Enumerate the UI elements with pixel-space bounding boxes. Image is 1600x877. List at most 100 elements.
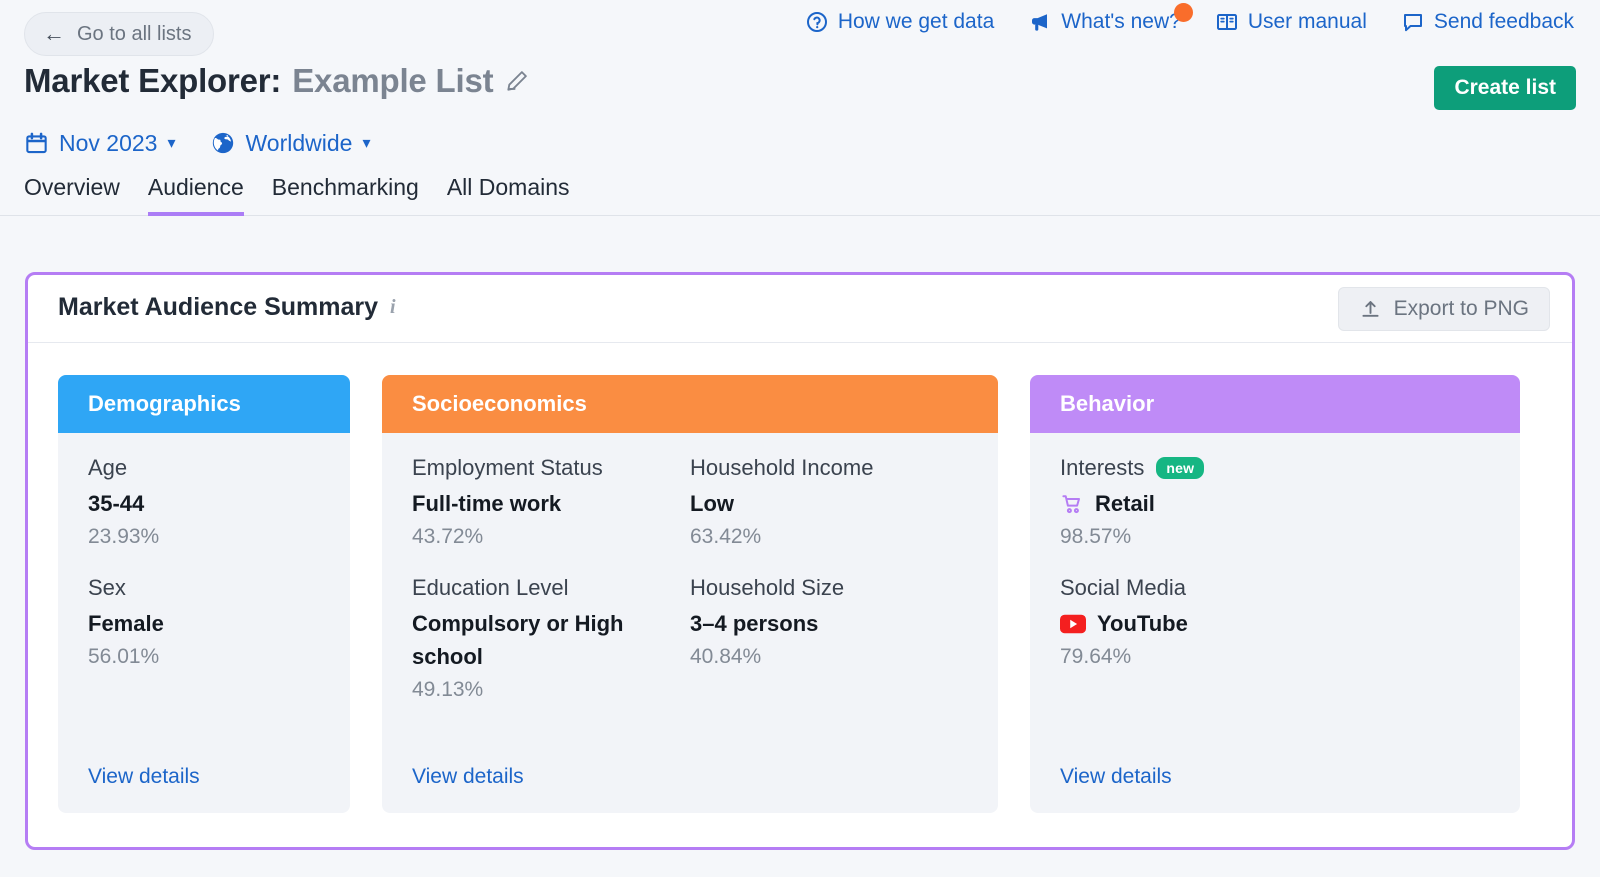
page-title: Market Explorer: Example List [24, 62, 530, 100]
metric-interests-value: Retail [1060, 487, 1490, 520]
export-to-png-button[interactable]: Export to PNG [1337, 287, 1550, 331]
demographics-body: Age 35-44 23.93% Sex Female 56.01% View … [58, 433, 350, 813]
panel-header: Market Audience Summary i Export to PNG [28, 275, 1572, 343]
whats-new-label: What's new? [1061, 10, 1181, 33]
pencil-icon[interactable] [504, 68, 530, 94]
list-name: Example List [292, 62, 494, 99]
tab-audience[interactable]: Audience [147, 174, 244, 216]
speech-bubble-icon [1401, 10, 1425, 34]
market-audience-summary-panel: Market Audience Summary i Export to PNG … [25, 272, 1575, 850]
socioeconomics-right-column: Household Income Low 63.42% Household Si… [690, 455, 968, 728]
metric-household-income: Household Income Low 63.42% [690, 455, 968, 549]
book-icon [1215, 10, 1239, 34]
metric-education-level-label: Education Level [412, 575, 569, 600]
tab-benchmarking[interactable]: Benchmarking [272, 174, 419, 216]
tab-overview[interactable]: Overview [24, 174, 120, 216]
how-we-get-data-link[interactable]: How we get data [805, 10, 994, 34]
metric-social-media: Social Media YouTube 79.64% [1060, 575, 1490, 669]
metric-age-percent: 23.93% [88, 525, 160, 548]
metric-household-size-value: 3–4 persons [690, 611, 819, 636]
metric-interests-label: Interests new [1060, 455, 1490, 481]
panel-title-label: Market Audience Summary [58, 293, 379, 321]
tab-all-domains[interactable]: All Domains [447, 174, 570, 216]
behavior-body: Interests new Retail 98.57% Social Media… [1030, 433, 1520, 813]
metric-interests: Interests new Retail 98.57% [1060, 455, 1490, 549]
socioeconomics-body: Employment Status Full-time work 43.72% … [382, 433, 998, 813]
metric-employment-status-percent: 43.72% [412, 525, 484, 548]
metric-household-size: Household Size 3–4 persons 40.84% [690, 575, 968, 669]
panel-title: Market Audience Summary i [58, 293, 396, 322]
metric-sex-value: Female [88, 611, 164, 636]
metric-social-media-value: YouTube [1060, 607, 1490, 640]
chevron-down-icon: ▾ [362, 135, 371, 152]
metric-employment-status-value: Full-time work [412, 491, 562, 516]
notification-dot [1173, 3, 1193, 22]
youtube-icon [1060, 614, 1086, 634]
top-links: How we get data What's new? User manual … [805, 3, 1574, 34]
send-feedback-link[interactable]: Send feedback [1401, 10, 1574, 34]
metric-age-value: 35-44 [88, 491, 145, 516]
date-filter-label: Nov 2023 [59, 129, 158, 156]
socioeconomics-view-details-link[interactable]: View details [412, 765, 524, 789]
metric-social-media-value-text: YouTube [1097, 611, 1188, 636]
behavior-heading: Behavior [1030, 375, 1520, 433]
location-filter-label: Worldwide [245, 129, 353, 156]
app-page: ← Go to all lists How we get data What's… [0, 0, 1600, 877]
demographics-card: Demographics Age 35-44 23.93% Sex Female… [58, 375, 350, 813]
metric-education-level-value: Compulsory or High school [412, 611, 624, 669]
tab-bar: Overview Audience Benchmarking All Domai… [0, 168, 1600, 216]
metric-social-media-label: Social Media [1060, 575, 1186, 600]
metric-interests-value-text: Retail [1095, 491, 1155, 516]
metric-employment-status-label: Employment Status [412, 455, 603, 480]
page-title-prefix: Market Explorer: [24, 62, 282, 99]
megaphone-icon [1028, 10, 1052, 34]
summary-columns: Demographics Age 35-44 23.93% Sex Female… [28, 343, 1572, 813]
metric-household-size-label: Household Size [690, 575, 845, 600]
user-manual-link[interactable]: User manual [1215, 10, 1367, 34]
info-icon[interactable]: i [390, 296, 396, 319]
metric-social-media-percent: 79.64% [1060, 645, 1132, 668]
upload-icon [1359, 298, 1382, 321]
metric-education-level: Education Level Compulsory or High schoo… [412, 575, 690, 702]
how-we-get-data-label: How we get data [837, 10, 995, 33]
metric-sex-percent: 56.01% [88, 645, 160, 668]
go-to-all-lists-label: Go to all lists [77, 22, 192, 45]
date-filter[interactable]: Nov 2023 ▾ [24, 130, 176, 157]
behavior-view-details-link[interactable]: View details [1060, 765, 1172, 789]
create-list-button[interactable]: Create list [1434, 66, 1576, 110]
user-manual-label: User manual [1247, 10, 1367, 33]
metric-interests-percent: 98.57% [1060, 525, 1132, 548]
socioeconomics-heading: Socioeconomics [382, 375, 998, 433]
metric-age: Age 35-44 23.93% [88, 455, 320, 549]
chevron-down-icon: ▾ [167, 135, 176, 152]
socioeconomics-card: Socioeconomics Employment Status Full-ti… [382, 375, 998, 813]
metric-age-label: Age [88, 455, 128, 480]
title-row: Market Explorer: Example List Create lis… [0, 62, 1600, 118]
metric-sex-label: Sex [88, 575, 126, 600]
globe-icon [210, 130, 236, 156]
send-feedback-label: Send feedback [1433, 10, 1574, 33]
metric-education-level-percent: 49.13% [412, 678, 484, 701]
metric-household-income-percent: 63.42% [690, 525, 762, 548]
export-to-png-label: Export to PNG [1393, 297, 1529, 320]
behavior-card: Behavior Interests new Retail 98.57% Soc… [1030, 375, 1520, 813]
metric-interests-label-text: Interests [1060, 455, 1145, 480]
filter-row: Nov 2023 ▾ Worldwide ▾ [0, 118, 1600, 168]
shopping-cart-icon [1060, 492, 1084, 516]
metric-employment-status: Employment Status Full-time work 43.72% [412, 455, 690, 549]
calendar-icon [24, 131, 49, 156]
socioeconomics-left-column: Employment Status Full-time work 43.72% … [412, 455, 690, 728]
metric-household-income-label: Household Income [690, 455, 874, 480]
go-to-all-lists-button[interactable]: ← Go to all lists [24, 12, 215, 56]
demographics-view-details-link[interactable]: View details [88, 765, 200, 789]
arrow-left-icon: ← [43, 21, 65, 46]
metric-household-income-value: Low [690, 491, 734, 516]
whats-new-link[interactable]: What's new? [1028, 3, 1193, 34]
demographics-heading: Demographics [58, 375, 350, 433]
location-filter[interactable]: Worldwide ▾ [210, 129, 371, 157]
metric-sex: Sex Female 56.01% [88, 575, 320, 669]
new-badge: new [1156, 457, 1205, 479]
metric-household-size-percent: 40.84% [690, 645, 762, 668]
top-bar: ← Go to all lists How we get data What's… [0, 0, 1600, 62]
question-circle-icon [805, 10, 829, 34]
